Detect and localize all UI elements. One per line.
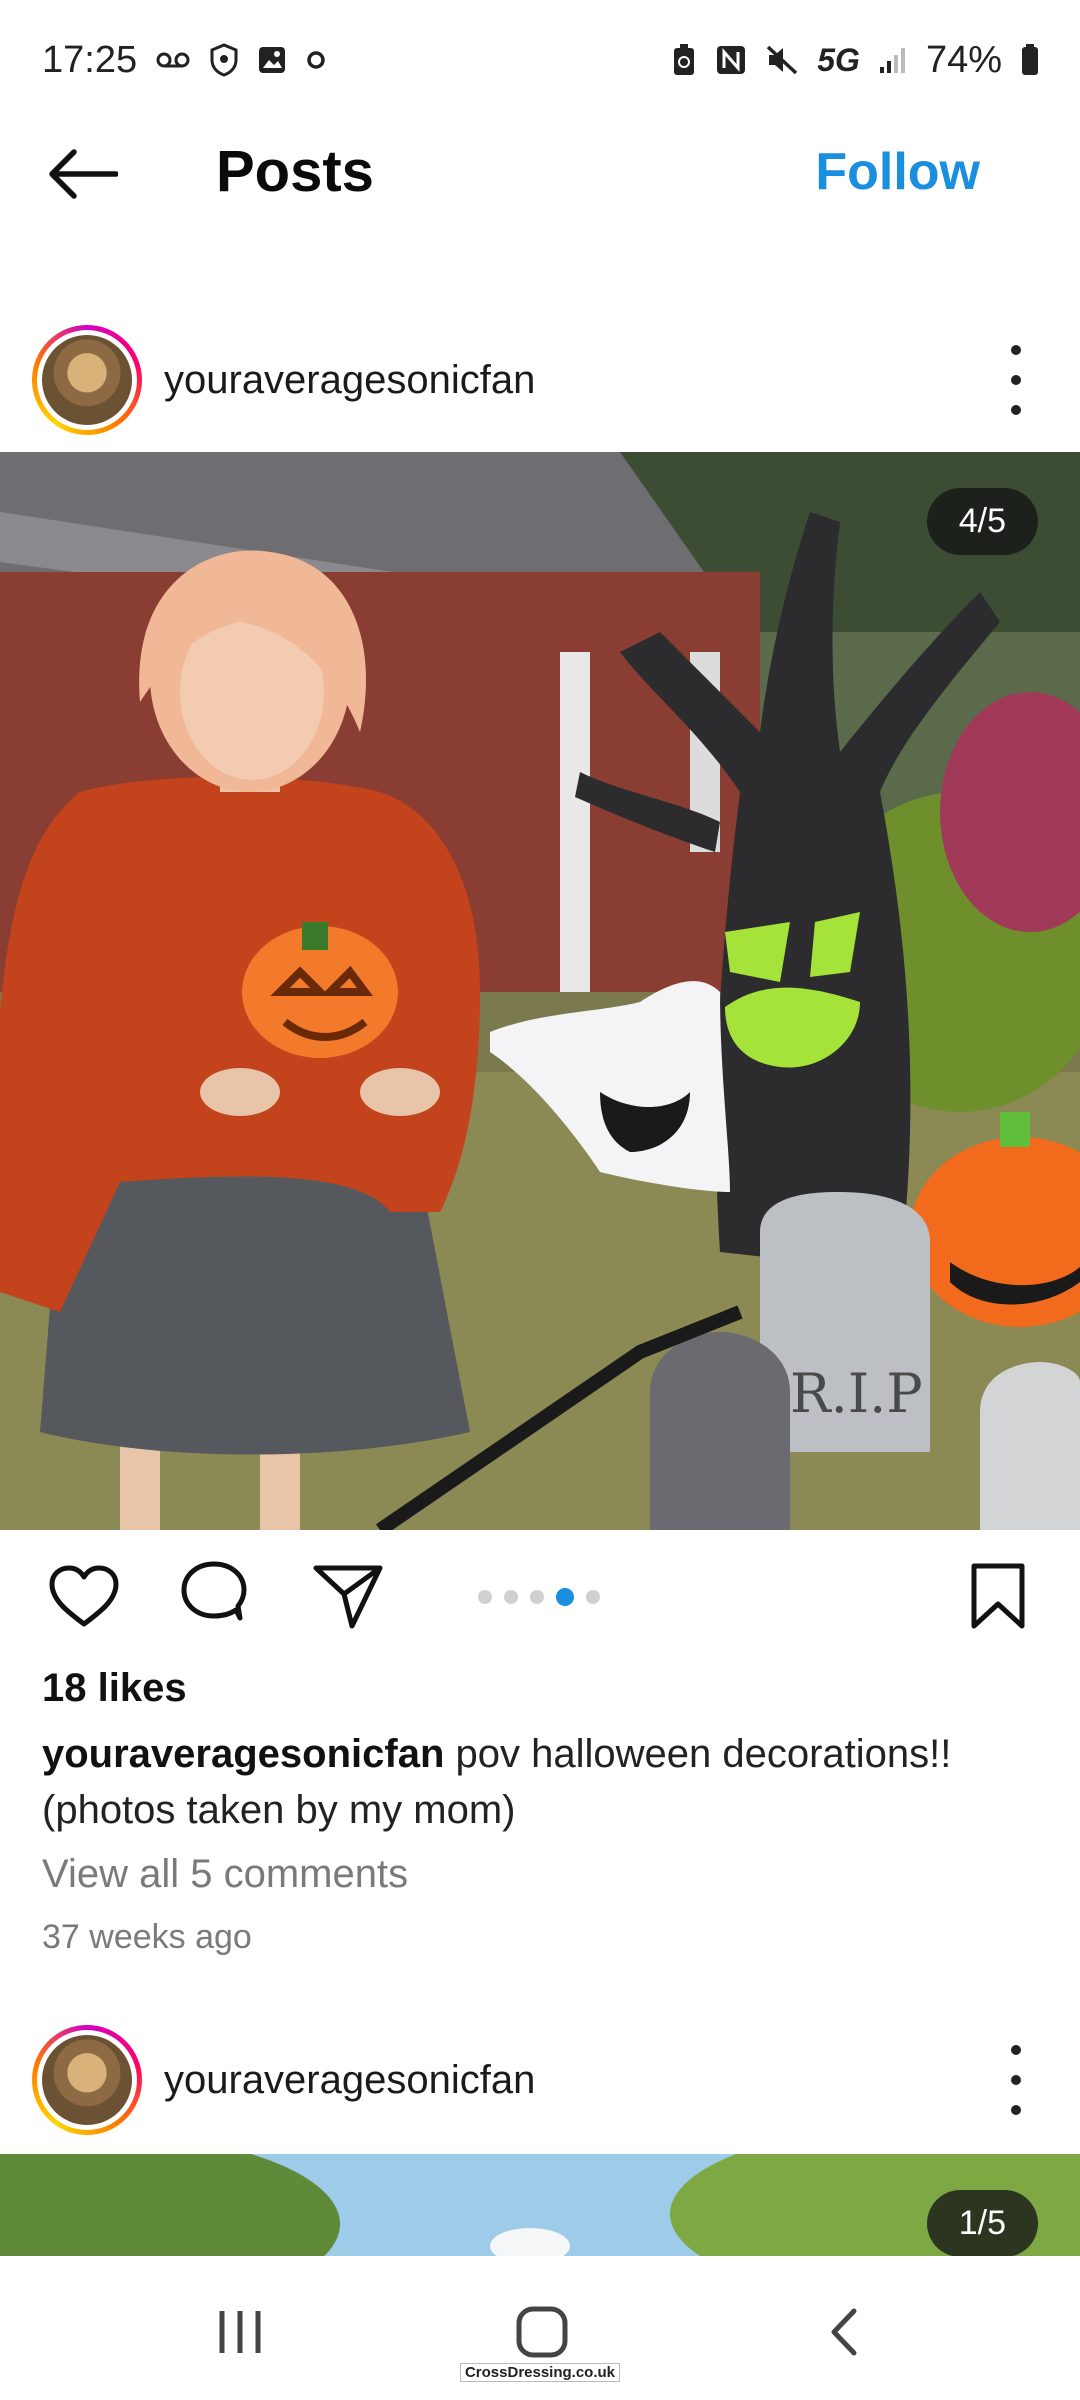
page-title: Posts [216, 139, 374, 204]
battery-percent: 74% [925, 38, 1002, 81]
home-button[interactable] [502, 2300, 582, 2364]
like-button[interactable] [46, 1558, 122, 1634]
post-username[interactable]: youraveragesonicfan [164, 358, 535, 403]
next-post-image[interactable]: 1/5 [0, 2154, 1080, 2256]
share-button[interactable] [310, 1558, 386, 1634]
carousel-dot-active [556, 1588, 574, 1606]
status-right: 5G 74% [671, 39, 1040, 82]
carousel-dot [530, 1590, 544, 1604]
more-options-icon[interactable] [1006, 2045, 1026, 2115]
carousel-dot [504, 1590, 518, 1604]
status-time: 17:25 [42, 38, 138, 81]
carousel-dot [478, 1590, 492, 1604]
next-image-counter: 1/5 [926, 2190, 1038, 2256]
avatar[interactable] [32, 325, 142, 435]
comment-button[interactable] [176, 1558, 252, 1634]
5g-icon: 5G [817, 42, 860, 79]
battery-icon [1020, 43, 1040, 77]
post-photo: R.I.P [0, 452, 1080, 1530]
carousel-dots [478, 1588, 600, 1606]
svg-text:R.I.P: R.I.P [790, 1362, 923, 1425]
watermark: CrossDressing.co.uk [0, 2363, 1080, 2382]
shield-icon [209, 43, 239, 77]
recent-apps-button[interactable] [200, 2300, 280, 2364]
save-button[interactable] [960, 1558, 1036, 1634]
send-icon [313, 1565, 383, 1629]
network-label: 5G [817, 41, 860, 78]
recent-apps-icon [219, 2311, 261, 2353]
more-options-icon[interactable] [1006, 345, 1026, 415]
battery-saver-icon [671, 43, 697, 77]
arrow-left-icon [49, 149, 118, 199]
next-post-username[interactable]: youraveragesonicfan [164, 2058, 535, 2103]
system-back-button[interactable] [804, 2300, 884, 2364]
home-icon [516, 2306, 568, 2358]
nfc-icon [715, 44, 747, 76]
post-header: youraveragesonicfan [0, 320, 1080, 440]
signal-icon [878, 45, 908, 75]
post-actions [0, 1530, 1080, 1660]
view-comments-link[interactable]: View all 5 comments [42, 1852, 408, 1897]
avatar[interactable] [32, 2025, 142, 2135]
gallery-icon [257, 45, 287, 75]
post-image[interactable]: R.I.P 4/5 [0, 452, 1080, 1530]
top-app-bar: Posts Follow [0, 120, 1080, 228]
circle-icon [305, 49, 327, 71]
post-timestamp: 37 weeks ago [42, 1918, 252, 1956]
status-left: 17:25 [42, 39, 327, 82]
comment-icon [181, 1561, 247, 1621]
heart-icon [49, 1565, 119, 1627]
follow-button[interactable]: Follow [815, 142, 980, 202]
next-post-photo [0, 2154, 1080, 2256]
post-caption: youraveragesonicfan pov halloween decora… [42, 1726, 1042, 1838]
status-bar: 17:25 5G 74% [0, 0, 1080, 120]
mute-icon [765, 44, 799, 76]
caption-username[interactable]: youraveragesonicfan [42, 1732, 444, 1776]
like-count[interactable]: 18 likes [42, 1666, 187, 1711]
voicemail-icon [155, 50, 191, 70]
back-chevron-icon [831, 2308, 857, 2356]
image-counter: 4/5 [926, 488, 1038, 555]
bookmark-icon [971, 1563, 1025, 1629]
carousel-dot [586, 1590, 600, 1604]
next-post-header: youraveragesonicfan [0, 2020, 1080, 2140]
back-button[interactable] [44, 142, 120, 206]
